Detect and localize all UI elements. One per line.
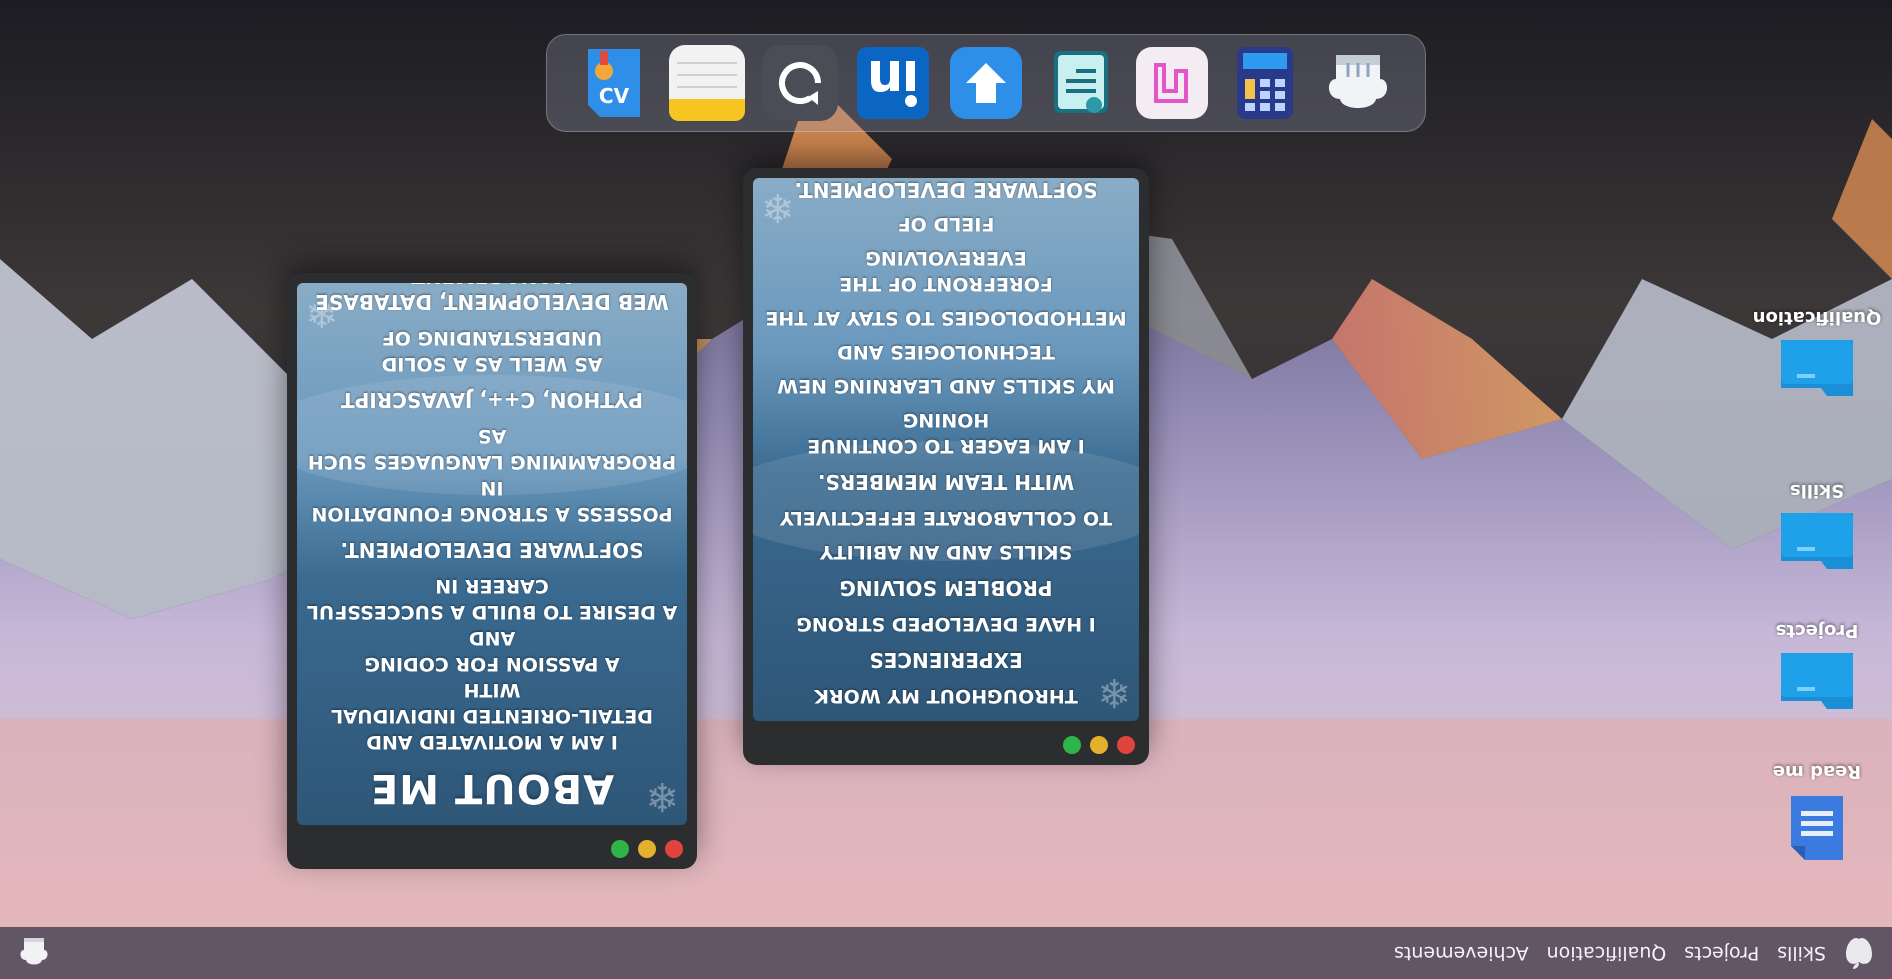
cv-app-icon[interactable]: CV	[574, 43, 654, 123]
apple-logo-icon[interactable]	[1840, 934, 1878, 972]
text-line: and	[468, 627, 516, 649]
desktop-icon-label: Skills	[1789, 480, 1845, 501]
about-title: ABOUT ME	[369, 765, 615, 811]
document-icon	[1791, 796, 1843, 860]
text-line: skills and an ability	[819, 541, 1073, 563]
refresh-app-icon[interactable]	[760, 43, 840, 123]
menu-item-skills[interactable]: Skills	[1777, 942, 1826, 964]
desktop-icon-projects[interactable]: Projects	[1742, 620, 1892, 717]
text-line: problem solving	[839, 576, 1053, 600]
text-line: software development.	[794, 178, 1098, 202]
text-line: I have developed strong	[796, 613, 1096, 635]
about-window[interactable]: ❄ ❄ ABOUT ME I am a motivated and detail…	[287, 273, 697, 869]
text-line: methodologies to stay at the	[765, 307, 1127, 329]
menu-item-projects[interactable]: Projects	[1684, 942, 1759, 964]
minimize-button[interactable]	[1090, 736, 1108, 754]
chef-hat-app-icon[interactable]	[1318, 43, 1398, 123]
desktop-icon-qualification[interactable]: Qualification	[1742, 307, 1892, 404]
linkedin-app-icon[interactable]	[853, 43, 933, 123]
desktop-icon-label: Qualification	[1752, 307, 1882, 328]
certificate-app-icon[interactable]	[1039, 43, 1119, 123]
text-line: programming languages such as	[307, 425, 677, 473]
experience-content: ❄ ❄ Throughout my work experiences I hav…	[753, 178, 1139, 721]
close-button[interactable]	[1117, 736, 1135, 754]
svg-text:CV: CV	[599, 84, 630, 108]
minimize-button[interactable]	[638, 840, 656, 858]
calculator-app-icon[interactable]	[1225, 43, 1305, 123]
music-app-icon[interactable]	[1132, 43, 1212, 123]
text-line: field of	[897, 213, 995, 235]
text-line: my skills and learning new	[777, 375, 1115, 397]
text-line: web development, database	[315, 290, 669, 314]
notes-app-icon[interactable]	[667, 43, 747, 123]
desktop: Skills Projects Qualification Achievemen…	[0, 0, 1892, 979]
folder-icon	[1781, 513, 1853, 569]
text-line: understanding of	[381, 327, 603, 349]
text-line: Throughout my work	[814, 685, 1078, 707]
dock: CV	[546, 34, 1426, 132]
menu-bar: Skills Projects Qualification Achievemen…	[0, 927, 1892, 979]
download-app-icon[interactable]	[946, 43, 1026, 123]
text-line: technologies and	[837, 341, 1055, 363]
chef-hat-icon[interactable]	[14, 933, 54, 973]
text-line: Python, C++, JavaScript	[341, 388, 643, 412]
menu-item-qualification[interactable]: Qualification	[1547, 942, 1667, 964]
text-line: detail-oriented individual with	[330, 679, 654, 727]
text-line: experiences	[869, 648, 1023, 672]
window-titlebar[interactable]	[743, 725, 1149, 765]
text-line: with team members.	[817, 470, 1075, 494]
text-line: a desire to build a successful	[306, 601, 678, 623]
text-line: forefront of the everevolving	[839, 247, 1053, 295]
text-line: software development.	[340, 538, 644, 562]
folder-icon	[1781, 653, 1853, 709]
folder-icon	[1781, 340, 1853, 396]
experience-window[interactable]: ❄ ❄ Throughout my work experiences I hav…	[743, 168, 1149, 765]
desktop-icon-label: Projects	[1775, 620, 1859, 641]
desktop-icon-readme[interactable]: Read me	[1742, 761, 1892, 864]
text-line: I am a motivated and	[366, 731, 618, 753]
text-line: management	[305, 283, 679, 289]
about-content: ❄ ❄ ABOUT ME I am a motivated and detail…	[297, 283, 687, 825]
desktop-icon-skills[interactable]: Skills	[1742, 480, 1892, 577]
menu-items: Skills Projects Qualification Achievemen…	[1376, 942, 1826, 964]
maximize-button[interactable]	[611, 840, 629, 858]
maximize-button[interactable]	[1063, 736, 1081, 754]
text-line: possess a strong foundation in	[311, 477, 673, 525]
text-line: as well as a solid	[381, 353, 603, 375]
menu-item-achievements[interactable]: Achievements	[1394, 942, 1529, 964]
text-line: to collaborate effectively	[779, 507, 1113, 529]
close-button[interactable]	[665, 840, 683, 858]
text-line: I am eager to continue honing	[807, 409, 1085, 457]
window-titlebar[interactable]	[287, 829, 697, 869]
text-line: career in	[435, 575, 549, 597]
desktop-icon-label: Read me	[1772, 761, 1862, 782]
text-line: a passion for coding	[364, 653, 620, 675]
